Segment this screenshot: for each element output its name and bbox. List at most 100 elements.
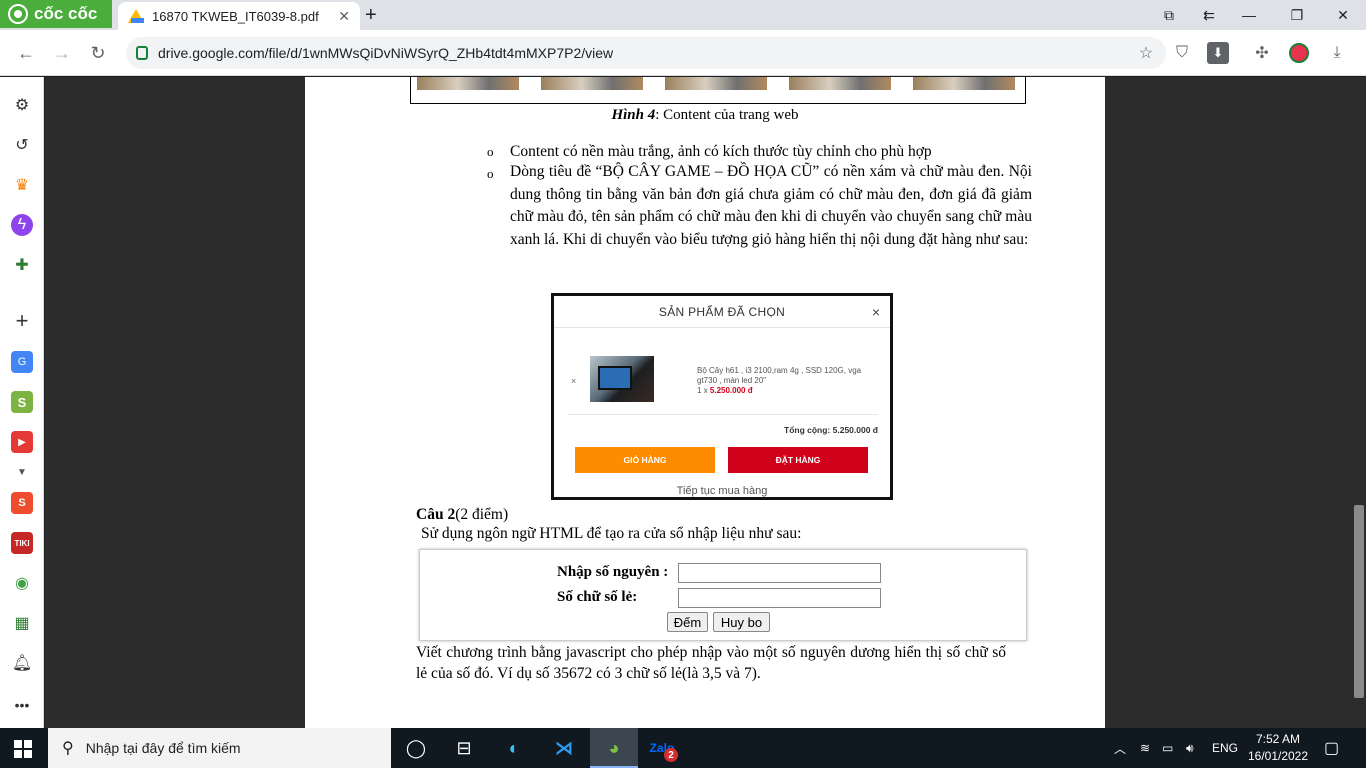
clock-time: 7:52 AM [1255, 732, 1301, 746]
shopee-icon[interactable]: S [11, 492, 33, 514]
cart-qty: 1 x [697, 386, 710, 395]
bullet-marker: o [487, 144, 494, 159]
clock-date: 16/01/2022 [1247, 749, 1309, 763]
address-bar[interactable]: drive.google.com/file/d/1wnMWsQiDvNiWSyr… [126, 37, 1166, 69]
download-box-icon[interactable]: ⬇ [1207, 42, 1229, 64]
question-2-title: Câu 2 [416, 506, 456, 523]
cart-remove-icon: × [571, 376, 577, 386]
bullet-marker: o [487, 166, 494, 181]
cart-product-name: Bộ Cây h61 , i3 2100,ram 4g , SSD 120G, … [697, 366, 862, 385]
cart-order-button: ĐẶT HÀNG [728, 447, 868, 473]
edge-icon[interactable]: ◐ [500, 734, 528, 762]
form-odd-count-input [678, 588, 881, 608]
bell-icon[interactable]: 🔔︎ [11, 652, 33, 674]
figure-4-image [410, 77, 1026, 104]
form-label-odd-count: Số chữ số lẻ: [557, 589, 638, 605]
cart-product-info: Bộ Cây h61 , i3 2100,ram 4g , SSD 120G, … [697, 366, 867, 396]
navigation-bar: ← → ↻ drive.google.com/file/d/1wnMWsQiDv… [0, 30, 1366, 76]
spreadsheet-icon[interactable]: ▦ [11, 612, 33, 634]
form-number-input [678, 563, 881, 583]
caption-label: Hình 4 [611, 107, 656, 123]
coccoc-taskbar-icon[interactable]: ◕ [590, 728, 638, 768]
language-indicator[interactable]: ENG [1212, 728, 1238, 768]
product-thumbnail [541, 77, 643, 90]
cart-continue-link: Tiếp tục mua hàng [676, 485, 768, 497]
show-hidden-icons[interactable]: ︿ [1114, 728, 1126, 768]
chevron-down-icon[interactable]: ▼ [11, 461, 33, 483]
lock-icon[interactable] [136, 46, 148, 60]
cart-title: SẢN PHẨM ĐÃ CHỌN [554, 296, 890, 328]
close-window-button[interactable]: ✕ [1320, 0, 1366, 30]
bullet-2-text: Dòng tiêu đề “BỘ CÂY GAME – ĐỒ HỌA CŨ” c… [510, 163, 1032, 248]
vscode-icon[interactable]: ⋊ [550, 734, 578, 762]
gear-icon[interactable]: ⚙ [11, 94, 33, 116]
google-drive-icon [128, 9, 144, 23]
question-2-task: Sử dụng ngôn ngữ HTML để tạo ra cửa sổ n… [421, 525, 802, 542]
crown-icon[interactable]: ♛ [11, 174, 33, 196]
form-image: Nhập số nguyên : Số chữ số lẻ: Đếm Huy b… [419, 549, 1027, 641]
gamepad-icon[interactable]: ✚ [11, 254, 33, 276]
question-2-description: Viết chương trình bằng javascript cho ph… [416, 644, 1006, 682]
battery-icon[interactable]: ▭ [1162, 728, 1173, 768]
download-icon[interactable]: ⤓ [1326, 42, 1348, 64]
cart-popup-image: SẢN PHẨM ĐÃ CHỌN × × Bộ Cây h61 , i3 210… [551, 293, 893, 500]
product-thumbnail [665, 77, 767, 90]
messenger-icon[interactable]: ϟ [11, 214, 33, 236]
tiki-icon[interactable]: TIKI [11, 532, 33, 554]
minimize-button[interactable]: — [1226, 0, 1272, 30]
cart-total: Tổng cộng: 5.250.000 đ [784, 425, 878, 435]
location-icon[interactable]: ◉ [11, 572, 33, 594]
reload-button[interactable]: ↻ [85, 40, 111, 66]
back-button[interactable]: ← [13, 40, 39, 66]
zalo-badge: 2 [664, 748, 678, 762]
plus-icon[interactable]: + [11, 308, 33, 333]
caption-text: : Content của trang web [655, 107, 799, 123]
star-icon[interactable]: ☆ [1135, 42, 1157, 64]
cortana-icon[interactable]: ◯ [402, 734, 430, 762]
cart-product-image [590, 356, 654, 402]
tab-title: 16870 TKWEB_IT6039-8.pdf [152, 8, 319, 24]
question-2-points: (2 điểm) [455, 506, 509, 523]
search-placeholder: Nhập tại đây để tìm kiếm [85, 740, 241, 756]
task-view-icon[interactable]: ⊟ [450, 734, 478, 762]
forward-button[interactable]: → [49, 40, 75, 66]
tab-close-button[interactable]: ✕ [338, 8, 350, 25]
coccoc-logo-icon [8, 4, 28, 24]
youtube-icon[interactable]: ▶ [11, 431, 33, 453]
brand-label: cốc cốc [34, 4, 98, 23]
windows-start-button[interactable] [14, 740, 32, 758]
record-icon[interactable] [1288, 42, 1310, 64]
scrollbar[interactable] [1354, 505, 1364, 698]
more-icon[interactable]: ••• [11, 694, 33, 716]
product-thumbnail [913, 77, 1015, 90]
new-tab-button[interactable]: + [365, 4, 377, 27]
form-count-button: Đếm [667, 612, 708, 632]
windows-taskbar: ⚲ Nhập tại đây để tìm kiếm ◯ ⊟ ◐ ⋊ ◕ Zal… [0, 728, 1366, 768]
tab-strip: cốc cốc 16870 TKWEB_IT6039-8.pdf ✕ + ⧉ ⇇… [0, 0, 1366, 30]
wifi-icon[interactable]: ≋ [1140, 728, 1150, 768]
question-2-heading: Câu 2(2 điểm) [416, 506, 508, 524]
cart-price: 5.250.000 đ [709, 386, 753, 395]
cart-view-button: GIỎ HÀNG [575, 447, 715, 473]
restore-button[interactable]: ❐ [1274, 0, 1320, 30]
divider [568, 414, 878, 415]
puzzle-icon[interactable]: ✣ [1251, 42, 1273, 64]
tab-active[interactable]: 16870 TKWEB_IT6039-8.pdf ✕ [118, 2, 360, 30]
history-icon[interactable]: ↺ [11, 134, 33, 156]
shield-icon[interactable]: ⛉ [1171, 42, 1193, 64]
search-icon: ⚲ [62, 740, 74, 757]
zalo-icon[interactable]: Zalo 2 [648, 734, 678, 762]
translate-icon[interactable]: G [11, 351, 33, 373]
figure-caption: Hình 4: Content của trang web [305, 107, 1105, 124]
product-thumbnail [417, 77, 519, 90]
volume-icon[interactable]: 🔊︎ [1186, 728, 1194, 768]
pdf-page: Hình 4: Content của trang web o Content … [305, 77, 1105, 728]
url-text[interactable]: drive.google.com/file/d/1wnMWsQiDvNiWSyr… [158, 45, 613, 61]
form-label-number: Nhập số nguyên : [557, 564, 669, 580]
product-thumbnail [789, 77, 891, 90]
s-icon[interactable]: S [11, 391, 33, 413]
clock[interactable]: 7:52 AM 16/01/2022 [1244, 731, 1312, 765]
notification-icon[interactable]: ▢ [1324, 728, 1339, 768]
coccoc-menu-button[interactable]: cốc cốc [0, 0, 112, 28]
taskbar-search-box[interactable]: ⚲ Nhập tại đây để tìm kiếm [48, 728, 391, 768]
